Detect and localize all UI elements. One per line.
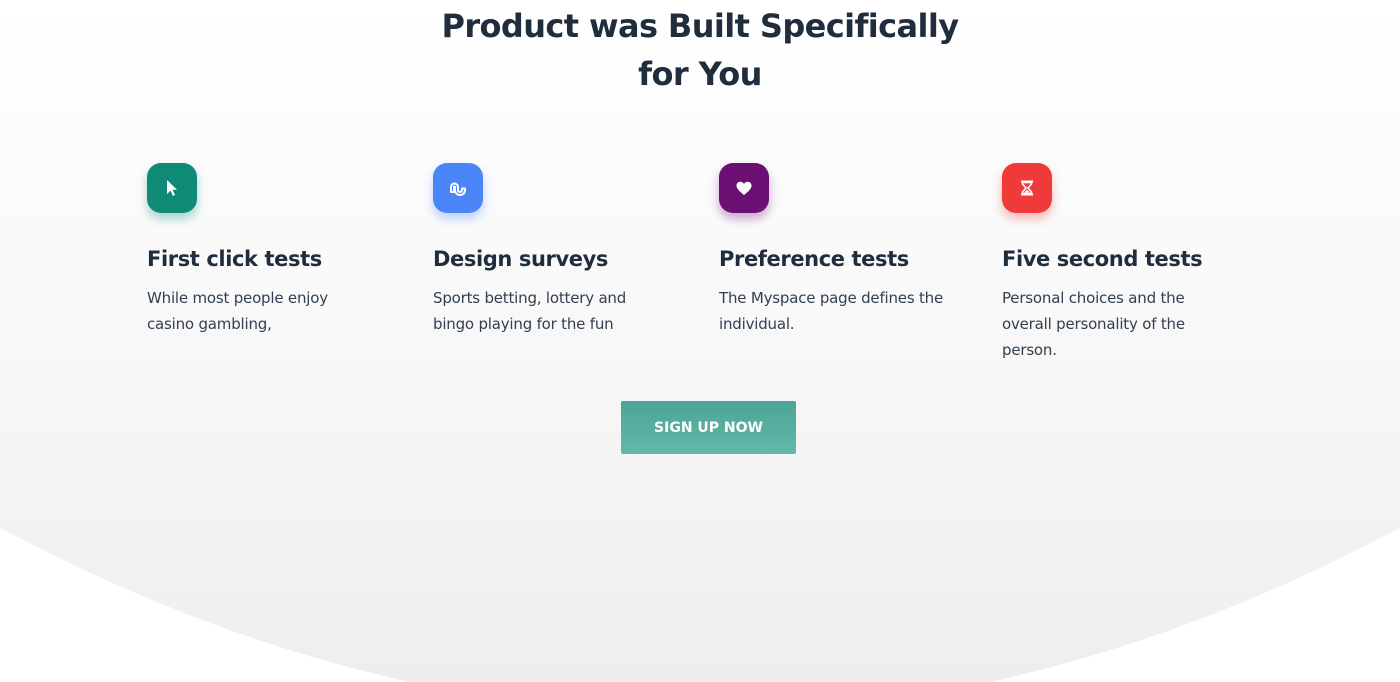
stumbleupon-icon [450, 182, 466, 196]
feature-five-second-tests: Five second tests Personal choices and t… [1002, 163, 1252, 363]
feature-icon-box [719, 163, 769, 213]
sign-up-now-button[interactable]: SIGN UP NOW [621, 401, 796, 454]
headline-line-2: for You [638, 55, 762, 93]
feature-icon-box [1002, 163, 1052, 213]
feature-description: Personal choices and the overall persona… [1002, 289, 1185, 359]
feature-title: Preference tests [719, 247, 909, 271]
feature-design-surveys: Design surveys Sports betting, lottery a… [433, 163, 683, 337]
feature-title: Design surveys [433, 247, 608, 271]
feature-title: Five second tests [1002, 247, 1203, 271]
feature-title: First click tests [147, 247, 322, 271]
section-headline: Product was Built Specifically for You [0, 2, 1400, 98]
feature-preference-tests: Preference tests The Myspace page define… [719, 163, 969, 337]
cursor-icon [167, 180, 177, 196]
hourglass-icon [1021, 180, 1033, 196]
feature-description: While most people enjoy casino gambling, [147, 289, 328, 333]
heart-icon [736, 181, 752, 195]
feature-icon-box [433, 163, 483, 213]
feature-description: Sports betting, lottery and bingo playin… [433, 289, 627, 333]
feature-description: The Myspace page defines the individual. [719, 289, 944, 333]
headline-line-1: Product was Built Specifically [441, 7, 959, 45]
feature-icon-box [147, 163, 197, 213]
feature-first-click-tests: First click tests While most people enjo… [147, 163, 397, 337]
